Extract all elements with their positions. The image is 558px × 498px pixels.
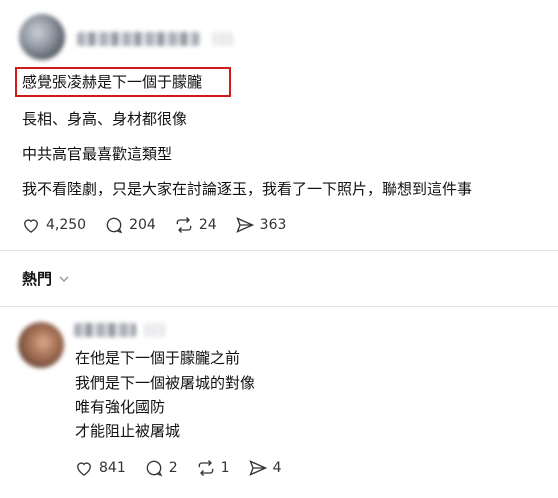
repost-icon — [198, 460, 213, 476]
reply-reply-button[interactable]: 2 — [144, 458, 178, 478]
reply-reply-count: 2 — [168, 460, 178, 476]
send-icon — [235, 217, 254, 233]
reply-like-button[interactable]: 841 — [74, 458, 126, 478]
repost-count: 24 — [198, 217, 217, 233]
chevron-down-icon — [59, 275, 69, 282]
reply-author-avatar[interactable] — [18, 322, 64, 368]
comment-icon — [106, 217, 123, 234]
post-timestamp — [212, 32, 234, 46]
post-author-avatar[interactable] — [19, 14, 65, 60]
reply-line-3: 唯有強化國防 — [75, 398, 166, 416]
like-count: 4,250 — [46, 217, 87, 233]
reply-line-1: 在他是下一個于朦朧之前 — [75, 349, 241, 367]
reply-timestamp — [144, 323, 166, 337]
reply-actions: 841 2 1 4 — [74, 458, 300, 478]
share-count: 363 — [259, 217, 287, 233]
divider-top — [0, 250, 558, 251]
reply-repost-button[interactable]: 1 — [196, 458, 230, 478]
post-line-2: 長相、身高、身材都很像 — [22, 110, 188, 128]
post-actions: 4,250 204 24 363 — [21, 215, 304, 235]
like-button[interactable]: 4,250 — [21, 215, 86, 235]
divider-sort — [0, 306, 558, 307]
reply-button[interactable]: 204 — [104, 215, 156, 235]
repost-icon — [176, 217, 192, 233]
post-line-1: 感覺張凌赫是下一個于朦朧 — [22, 73, 203, 91]
post-author-name[interactable] — [77, 32, 200, 46]
reply-line-4: 才能阻止被屠城 — [75, 422, 181, 440]
reply-share-count: 4 — [272, 460, 282, 476]
reply-like-count: 841 — [99, 460, 126, 476]
repost-button[interactable]: 24 — [174, 215, 217, 235]
comment-icon — [146, 460, 162, 477]
reply-line-2: 我們是下一個被屠城的對像 — [75, 374, 256, 392]
sort-dropdown[interactable]: 熱門 — [22, 268, 70, 289]
send-icon — [248, 460, 267, 476]
post-line-3: 中共高官最喜歡這類型 — [22, 145, 173, 163]
heart-icon — [77, 462, 91, 476]
post-line-4: 我不看陸劇，只是大家在討論逐玉，我看了一下照片，聯想到這件事 — [22, 180, 473, 198]
reply-count: 204 — [129, 217, 156, 233]
heart-icon — [24, 219, 38, 233]
reply-repost-count: 1 — [220, 460, 230, 476]
share-button[interactable]: 363 — [235, 215, 287, 235]
reply-share-button[interactable]: 4 — [248, 458, 282, 478]
sort-label: 熱門 — [22, 270, 53, 288]
reply-author-name[interactable] — [74, 323, 136, 337]
